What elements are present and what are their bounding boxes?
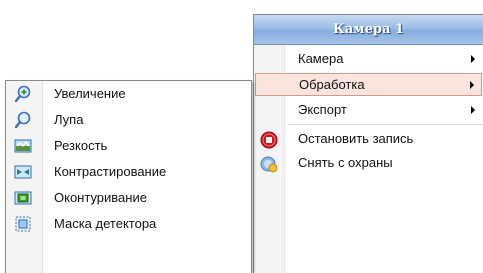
submenu-item-contour[interactable]: Оконтуривание (6, 185, 251, 211)
submenu-arrow-icon (471, 106, 475, 114)
menu-item-label: Обработка (299, 77, 365, 92)
menu-item-camera[interactable]: Камера (254, 47, 483, 71)
menu-item-label: Камера (298, 51, 344, 66)
submenu-item-label: Увеличение (54, 86, 126, 101)
menu-separator (288, 124, 483, 125)
menu-item-label: Остановить запись (298, 131, 414, 146)
zoom-in-icon (14, 85, 32, 103)
submenu-item-magnifier[interactable]: Лупа (6, 107, 251, 133)
camera-context-menu: Камера 1 Камера Обработка Экспорт Остано… (253, 14, 483, 273)
contour-icon (14, 189, 32, 207)
submenu-item-zoom[interactable]: Увеличение (6, 81, 251, 107)
magnifier-icon (14, 111, 32, 129)
submenu-item-sharpness[interactable]: Резкость (6, 133, 251, 159)
menu-item-export[interactable]: Экспорт (254, 98, 483, 122)
submenu-arrow-icon (471, 55, 475, 63)
menu-item-disarm[interactable]: Снять с охраны (254, 151, 483, 175)
stop-record-icon (260, 131, 278, 149)
contrast-icon (14, 163, 32, 181)
submenu-item-label: Оконтуривание (54, 190, 147, 205)
submenu-item-label: Маска детектора (54, 216, 157, 231)
menu-title: Камера 1 (254, 15, 483, 45)
detector-mask-icon (14, 215, 32, 233)
menu-item-label: Снять с охраны (298, 155, 393, 170)
disarm-icon (260, 155, 278, 173)
submenu-item-label: Контрастирование (54, 164, 167, 179)
submenu-item-detector-mask[interactable]: Маска детектора (6, 211, 251, 237)
processing-submenu: Увеличение Лупа Резкость Контрастировани… (5, 80, 252, 273)
menu-item-label: Экспорт (298, 102, 347, 117)
menu-item-processing[interactable]: Обработка (255, 73, 482, 96)
submenu-item-label: Лупа (54, 112, 84, 127)
sharpness-icon (14, 137, 32, 155)
submenu-item-contrast[interactable]: Контрастирование (6, 159, 251, 185)
submenu-item-label: Резкость (54, 138, 108, 153)
menu-item-stop-recording[interactable]: Остановить запись (254, 127, 483, 151)
submenu-arrow-icon (470, 81, 474, 89)
